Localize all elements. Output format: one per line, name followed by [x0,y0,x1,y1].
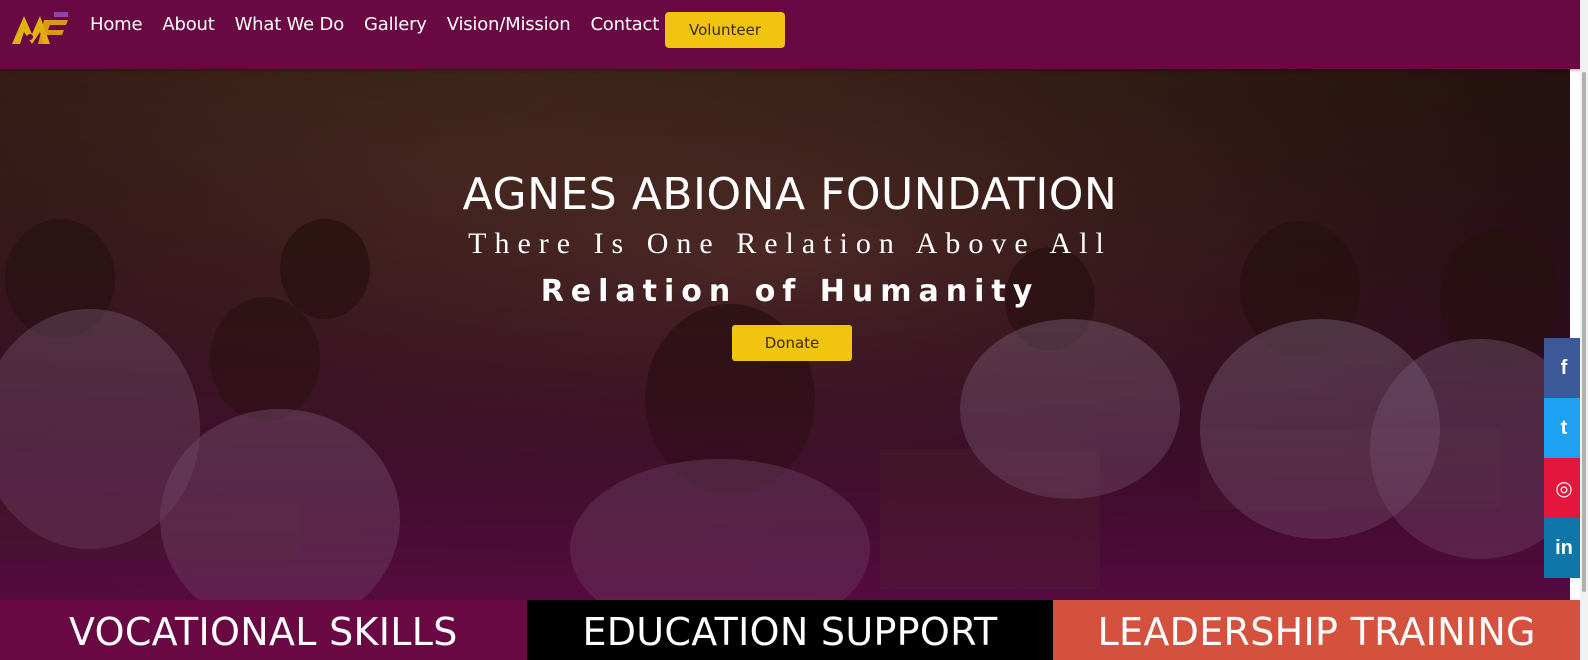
twitter-icon[interactable]: t [1544,398,1584,458]
scrollbar-thumb[interactable] [1582,72,1586,592]
card-leadership-training[interactable]: LEADERSHIP TRAINING [1053,600,1581,660]
card-vocational-skills[interactable]: VOCATIONAL SKILLS [0,600,527,660]
hero-tagline-line2: Relation of Humanity [540,274,1040,309]
top-navbar: Home About What We Do Gallery Vision/Mis… [0,0,1588,69]
hero-tagline-line1: There Is One Relation Above All [468,227,1112,260]
nav-about-link[interactable]: About [162,14,214,35]
nav-what-we-do-link[interactable]: What We Do [235,14,345,35]
donate-button[interactable]: Donate [732,325,852,361]
facebook-icon[interactable]: f [1544,338,1584,398]
nav-home-link[interactable]: Home [90,14,143,35]
hero-banner: AGNES ABIONA FOUNDATION There Is One Rel… [0,69,1570,600]
foundation-logo[interactable] [10,10,70,46]
hero-title: AGNES ABIONA FOUNDATION [462,169,1118,220]
nav-vision-mission-link[interactable]: Vision/Mission [447,14,571,35]
nav-links: Home About What We Do Gallery Vision/Mis… [90,14,707,35]
nav-gallery-link[interactable]: Gallery [364,14,427,35]
card-education-support[interactable]: EDUCATION SUPPORT [526,600,1054,660]
linkedin-icon[interactable]: in [1544,518,1584,578]
instagram-icon[interactable]: ◎ [1544,458,1584,518]
program-cards: VOCATIONAL SKILLS EDUCATION SUPPORT LEAD… [0,600,1581,660]
volunteer-button[interactable]: Volunteer [665,12,785,48]
